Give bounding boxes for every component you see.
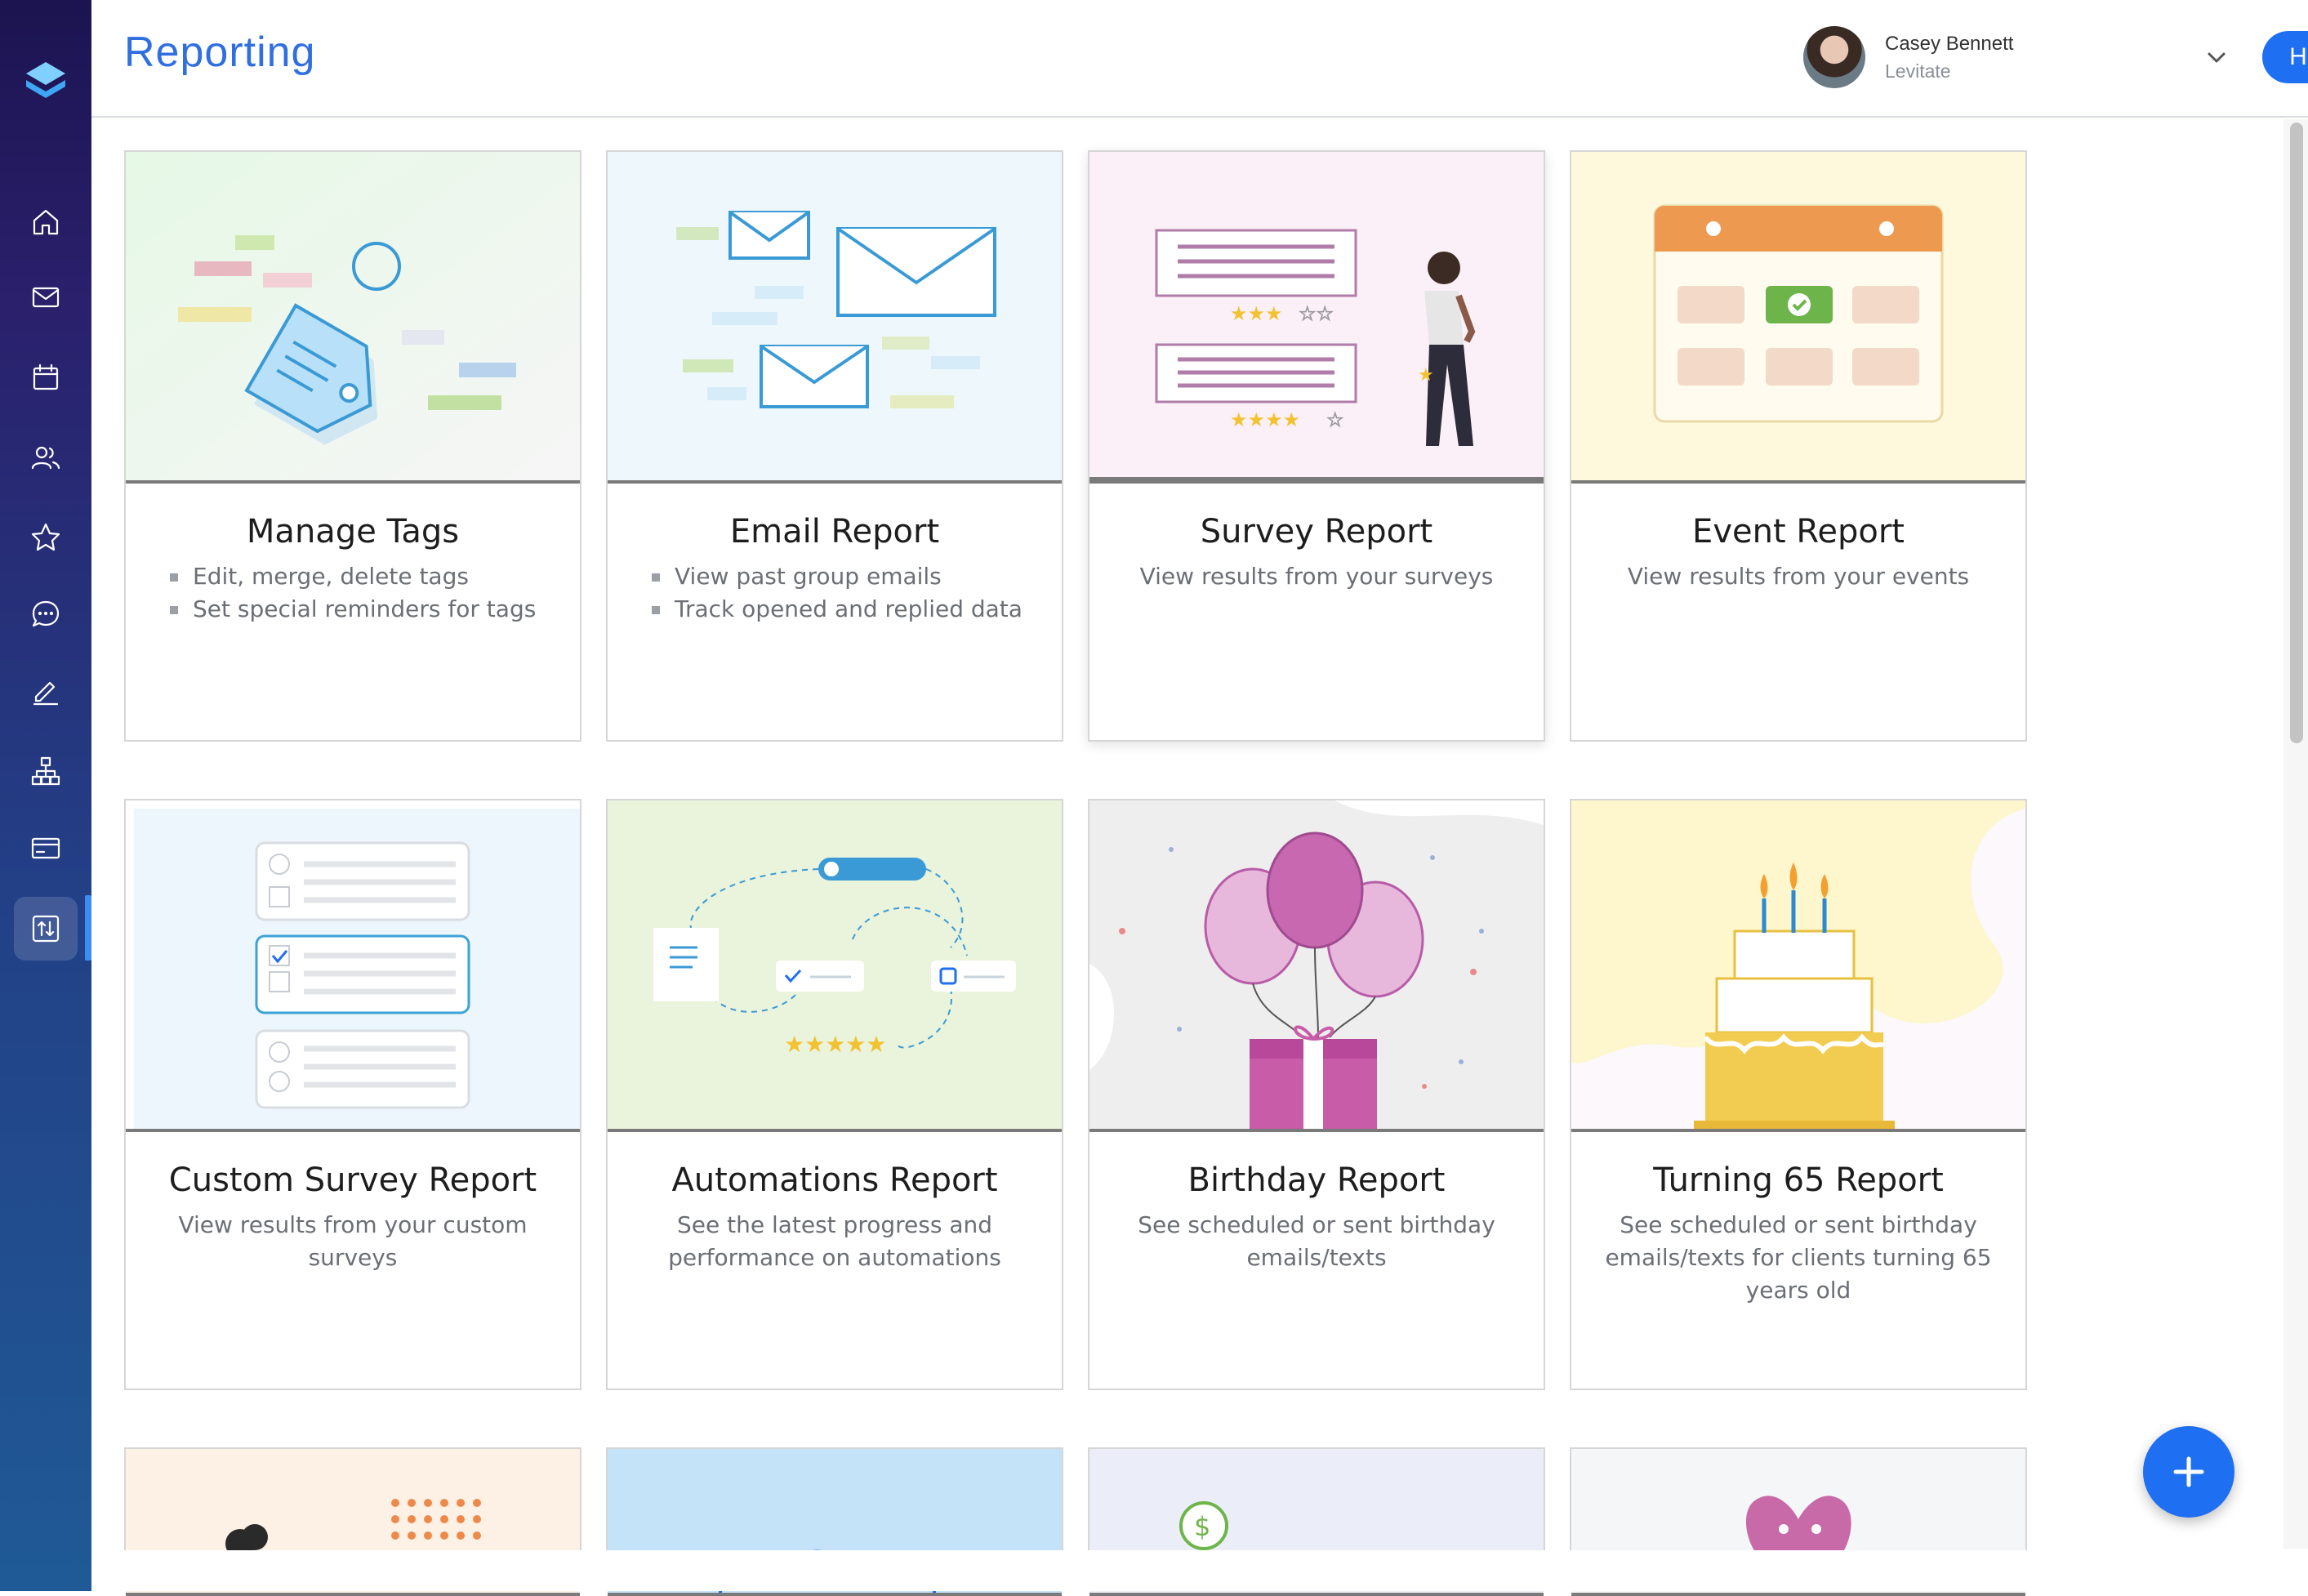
card-title: Email Report (729, 513, 940, 551)
page-title: Reporting (124, 29, 316, 76)
card-description: See scheduled or sent birthday emails/te… (1605, 1211, 1992, 1304)
card-automations-report[interactable]: ★★★★★ Automations Report See the latest … (606, 799, 1063, 1390)
nav-compose[interactable] (20, 665, 72, 717)
bullet-item: Track opened and replied data (647, 593, 1023, 626)
svg-text:★★★★: ★★★★ (1230, 408, 1300, 431)
sidebar (0, 0, 91, 1591)
chevron-down-icon[interactable] (2203, 44, 2230, 70)
user-name[interactable]: Casey Bennett (1885, 33, 2013, 56)
viewport-bottom (91, 1550, 2283, 1591)
turning-65-illustration (1571, 800, 2025, 1132)
card-birthday-report[interactable]: Birthday Report See scheduled or sent bi… (1088, 799, 1545, 1390)
card-title: Automations Report (671, 1161, 998, 1199)
bullet-item: Set special reminders for tags (165, 593, 536, 626)
plus-icon (2173, 1456, 2204, 1487)
survey-report-illustration: ★★★ ☆☆ ★★★★ ☆ ★ (1089, 152, 1544, 484)
edit-icon (33, 681, 59, 706)
card-turning-65-report[interactable]: Turning 65 Report See scheduled or sent … (1570, 799, 2027, 1390)
card-email-report[interactable]: Email Report View past group emails Trac… (606, 150, 1063, 742)
nav-mail[interactable] (20, 271, 72, 323)
card-bullets: View past group emails Track opened and … (647, 560, 1023, 626)
card-event-report[interactable]: Event Report View results from your even… (1570, 150, 2027, 742)
card-title: Birthday Report (1187, 1161, 1446, 1199)
svg-text:☆: ☆ (1326, 408, 1344, 431)
reporting-icon (32, 915, 60, 943)
star-icon (31, 523, 60, 551)
help-button[interactable]: Help (2262, 31, 2308, 83)
automations-illustration: ★★★★★ (608, 800, 1062, 1132)
bullet-item: View past group emails (647, 560, 1023, 593)
svg-text:★: ★ (1418, 365, 1434, 386)
card-description: See scheduled or sent birthday emails/te… (1138, 1211, 1495, 1271)
nav-organization[interactable] (20, 745, 72, 797)
users-icon (31, 446, 60, 470)
card-title: Event Report (1692, 513, 1905, 551)
card-description: See the latest progress and performance … (668, 1211, 1001, 1271)
bullet-item: Edit, merge, delete tags (165, 560, 536, 593)
avatar[interactable] (1803, 26, 1865, 88)
birthday-illustration (1089, 800, 1544, 1132)
nav-home[interactable] (20, 196, 72, 248)
nav-billing[interactable] (20, 822, 72, 874)
svg-text:☆☆: ☆☆ (1299, 302, 1334, 325)
chat-icon (32, 600, 60, 627)
svg-text:★★★★★: ★★★★★ (784, 1031, 887, 1058)
home-icon (33, 209, 59, 235)
card-icon (31, 837, 60, 859)
calendar-icon (33, 363, 59, 390)
card-title: Survey Report (1200, 513, 1433, 551)
card-manage-tags[interactable]: Manage Tags Edit, merge, delete tags Set… (124, 150, 581, 742)
card-title: Manage Tags (246, 513, 460, 551)
card-bullets: Edit, merge, delete tags Set special rem… (165, 560, 536, 626)
svg-text:$: $ (1194, 1511, 1210, 1542)
mail-icon (32, 287, 60, 308)
nav-contacts[interactable] (20, 431, 72, 484)
card-description: View results from your surveys (1139, 563, 1494, 590)
card-description: View results from your events (1627, 563, 1970, 590)
svg-text:★★★: ★★★ (1230, 302, 1283, 325)
card-survey-report[interactable]: ★★★ ☆☆ ★★★★ ☆ ★ Survey Report View results… (1088, 150, 1545, 742)
scrollbar-thumb[interactable] (2290, 123, 2303, 743)
manage-tags-illustration (126, 152, 580, 484)
nav-favorites[interactable] (20, 511, 72, 564)
email-report-illustration (608, 152, 1062, 484)
card-title: Custom Survey Report (168, 1161, 537, 1199)
event-report-illustration (1571, 152, 2025, 484)
card-title: Turning 65 Report (1653, 1161, 1944, 1199)
nav-reporting[interactable] (14, 897, 78, 961)
user-org: Levitate (1885, 60, 1951, 82)
add-button[interactable] (2143, 1426, 2234, 1518)
logo-icon[interactable] (25, 59, 67, 106)
card-custom-survey-report[interactable]: Custom Survey Report View results from y… (124, 799, 581, 1390)
header: Reporting Casey Bennett Levitate Help (91, 0, 2308, 118)
custom-survey-illustration (126, 800, 580, 1132)
nav-messages[interactable] (20, 588, 72, 640)
active-indicator (85, 895, 91, 961)
nav-calendar[interactable] (20, 351, 72, 403)
org-chart-icon (31, 756, 60, 786)
card-description: View results from your custom surveys (178, 1211, 528, 1271)
